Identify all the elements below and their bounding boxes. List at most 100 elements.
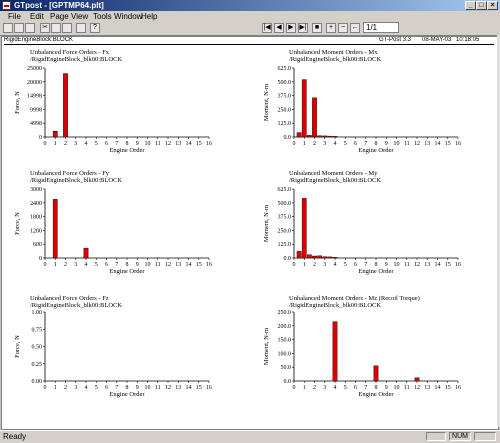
y-tick-label: 9998 — [30, 107, 42, 113]
bar — [332, 257, 338, 259]
bar — [332, 136, 338, 138]
close-button[interactable]: × — [487, 1, 498, 10]
x-axis-label: Engine Order — [358, 147, 394, 154]
y-axis-label: Force, N — [14, 335, 21, 358]
x-tick-label: 11 — [404, 141, 410, 147]
chart-title: Unbalanced Moment Orders - Mz (Recoil To… — [289, 295, 420, 302]
bar — [301, 79, 307, 138]
toolbar: ✂ ? |◀ ◀ ▶ ▶| ■ + − ← 1/1 — [0, 21, 500, 36]
maximize-button[interactable]: □ — [476, 1, 487, 10]
menu-tools[interactable]: Tools — [93, 12, 112, 21]
y-tick-label: 0 — [39, 135, 42, 141]
x-tick-label: 10 — [145, 262, 151, 268]
x-tick-label: 11 — [155, 262, 161, 268]
x-tick-label: 16 — [455, 262, 461, 268]
bar — [312, 97, 317, 138]
x-tick-label: 1 — [303, 385, 306, 391]
x-tick-label: 5 — [344, 262, 347, 268]
zoom-in-icon[interactable]: + — [326, 23, 336, 33]
next-page-icon[interactable]: ▶ — [286, 23, 296, 33]
x-tick-label: 13 — [175, 385, 181, 391]
x-tick-label: 6 — [354, 141, 357, 147]
x-tick-label: 13 — [175, 141, 181, 147]
x-tick-label: 3 — [74, 262, 77, 268]
y-tick-label: 500.0 — [278, 201, 292, 207]
y-tick-label: 0.00 — [32, 379, 43, 385]
x-tick-label: 0 — [293, 385, 296, 391]
menu-view[interactable]: View — [71, 12, 88, 21]
bar — [301, 198, 307, 259]
menu-edit[interactable]: Edit — [30, 12, 44, 21]
y-tick-label: 1200 — [30, 228, 42, 234]
back-arrow-icon[interactable]: ← — [350, 23, 360, 33]
x-tick-label: 16 — [455, 385, 461, 391]
bar — [83, 247, 89, 259]
x-tick-label: 16 — [206, 262, 212, 268]
save-icon[interactable] — [25, 23, 35, 33]
print-icon[interactable] — [76, 23, 86, 33]
bar — [322, 135, 328, 138]
bar — [307, 254, 312, 259]
x-tick-label: 4 — [334, 141, 337, 147]
y-tick-label: 600 — [33, 242, 42, 248]
chart-subtitle: /RigidEngineBlock_blk00:BLOCK — [30, 177, 122, 184]
first-page-icon[interactable]: |◀ — [262, 23, 272, 33]
x-tick-label: 5 — [95, 141, 98, 147]
y-tick-label: 500.0 — [278, 80, 292, 86]
x-tick-label: 11 — [404, 385, 410, 391]
x-tick-label: 1 — [303, 141, 306, 147]
zoom-out-icon[interactable]: − — [338, 23, 348, 33]
x-tick-label: 5 — [95, 262, 98, 268]
stop-icon[interactable]: ■ — [312, 23, 322, 33]
paste-icon[interactable] — [62, 23, 72, 33]
chart-title: Unbalanced Force Orders - Fy — [30, 170, 110, 177]
x-tick-label: 12 — [165, 141, 171, 147]
copy-icon[interactable] — [51, 23, 61, 33]
x-tick-label: 12 — [165, 385, 171, 391]
bar — [332, 321, 338, 382]
x-tick-label: 2 — [313, 141, 316, 147]
new-icon[interactable] — [3, 23, 13, 33]
x-tick-label: 12 — [414, 141, 420, 147]
x-tick-label: 13 — [424, 262, 430, 268]
open-icon[interactable] — [14, 23, 24, 33]
x-axis-label: Engine Order — [109, 147, 145, 154]
y-tick-label: 375.0 — [278, 215, 292, 221]
bar — [52, 199, 58, 259]
last-page-icon[interactable]: ▶| — [298, 23, 308, 33]
y-tick-label: 2400 — [30, 201, 42, 207]
window-title: GTpost - [GPTMP64.plt] — [14, 1, 104, 10]
x-tick-label: 15 — [445, 141, 451, 147]
menu-window[interactable]: Window — [114, 12, 142, 21]
x-tick-label: 1 — [54, 385, 57, 391]
x-tick-label: 4 — [85, 262, 88, 268]
page-input[interactable]: 1/1 — [363, 22, 399, 33]
menu-page[interactable]: Page — [50, 12, 69, 21]
bar — [63, 73, 68, 138]
minimize-button[interactable]: _ — [465, 1, 476, 10]
x-tick-label: 0 — [44, 262, 47, 268]
chart-subtitle: /RigidEngineBlock_blk00:BLOCK — [289, 302, 381, 309]
bar — [373, 365, 379, 382]
y-tick-label: 625.0 — [278, 187, 292, 193]
y-tick-label: 0.0 — [284, 135, 292, 141]
x-tick-label: 1 — [54, 141, 57, 147]
x-tick-label: 12 — [165, 262, 171, 268]
chart-subtitle: /RigidEngineBlock_blk00:BLOCK — [30, 56, 122, 63]
status-bar: Ready NUM — [0, 430, 500, 443]
bar — [312, 255, 317, 259]
x-tick-label: 12 — [414, 262, 420, 268]
x-tick-label: 4 — [85, 141, 88, 147]
menu-file[interactable]: File — [8, 12, 21, 21]
x-tick-label: 10 — [394, 262, 400, 268]
y-tick-label: 3000 — [30, 187, 42, 193]
x-tick-label: 6 — [105, 385, 108, 391]
x-tick-label: 14 — [435, 385, 441, 391]
y-axis-label: Moment, N-m — [263, 328, 270, 365]
x-tick-label: 4 — [334, 262, 337, 268]
prev-page-icon[interactable]: ◀ — [274, 23, 284, 33]
x-tick-label: 13 — [424, 385, 430, 391]
menu-help[interactable]: Help — [141, 12, 157, 21]
cut-icon[interactable]: ✂ — [40, 23, 50, 33]
help-icon[interactable]: ? — [90, 23, 100, 33]
